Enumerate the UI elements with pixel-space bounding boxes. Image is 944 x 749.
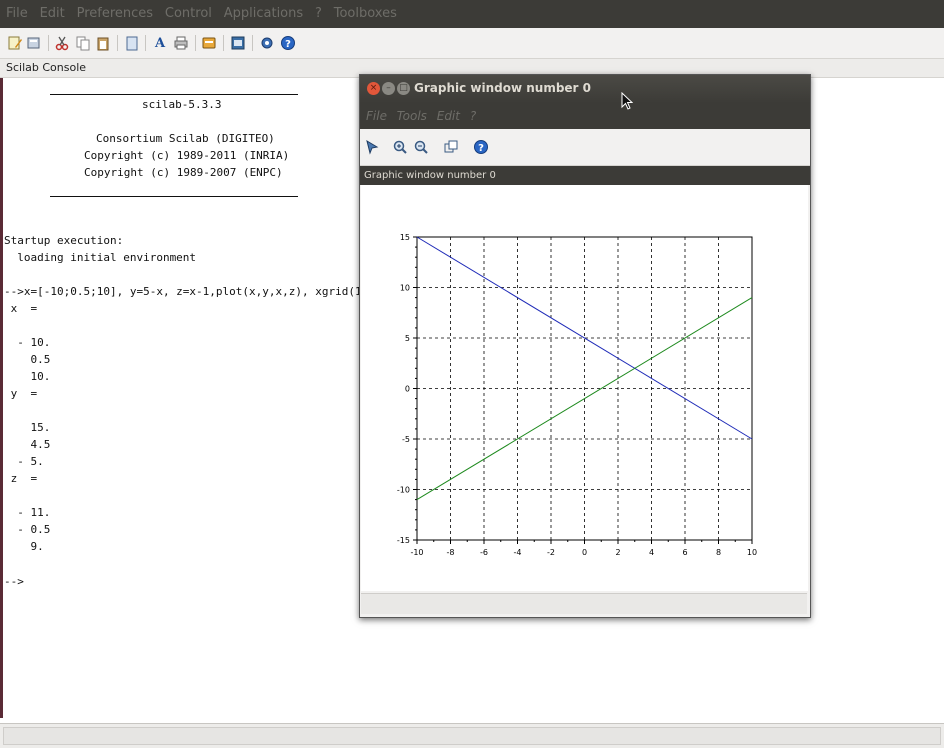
- console-line: Startup execution:: [4, 234, 124, 247]
- help-icon[interactable]: ?: [279, 34, 297, 52]
- console-line: - 10.: [4, 336, 51, 349]
- banner-rule-bottom: [50, 196, 298, 197]
- graphic-window-label-bar: Graphic window number 0: [360, 166, 810, 185]
- demos-icon[interactable]: [258, 34, 276, 52]
- menu-toolboxes[interactable]: Toolboxes: [334, 0, 397, 28]
- zoom-out-icon[interactable]: [412, 138, 430, 156]
- x-tick-label: 6: [682, 548, 687, 557]
- x-tick-label: -2: [547, 548, 555, 557]
- console-line: x =: [4, 302, 38, 315]
- graphic-help-icon[interactable]: ?: [472, 138, 490, 156]
- graphic-window-title: Graphic window number 0: [414, 81, 592, 95]
- graphic-menu-tools[interactable]: Tools: [397, 103, 427, 129]
- y-tick-label: -5: [402, 435, 410, 444]
- variable-browser-icon[interactable]: [229, 34, 247, 52]
- graphic-window-titlebar[interactable]: × – □ Graphic window number 0: [360, 75, 810, 103]
- graphic-menu-help[interactable]: ?: [470, 103, 476, 129]
- y-tick-label: 5: [405, 334, 410, 343]
- maximize-icon[interactable]: □: [397, 82, 410, 95]
- menu-bar: File Edit Preferences Control Applicatio…: [0, 0, 944, 28]
- y-tick-label: 15: [400, 233, 410, 242]
- mouse-cursor-icon: [621, 91, 634, 113]
- x-tick-label: 10: [747, 548, 757, 557]
- console-prompt[interactable]: -->: [4, 575, 24, 588]
- x-tick-label: 2: [615, 548, 620, 557]
- copy-icon[interactable]: [74, 34, 92, 52]
- toolbar-separator: [252, 35, 253, 51]
- graphic-window: × – □ Graphic window number 0 File Tools…: [359, 74, 811, 618]
- menu-edit[interactable]: Edit: [40, 0, 65, 28]
- menu-preferences[interactable]: Preferences: [77, 0, 153, 28]
- line-chart[interactable]: -10 -8 -6 -4 -2 0 2 4 6 8 10151050-5-10-15: [361, 185, 808, 591]
- new-script-icon[interactable]: [6, 34, 24, 52]
- banner-copyright-enpc: Copyright (c) 1989-2007 (ENPC): [84, 166, 283, 179]
- graphic-menu-file[interactable]: File: [366, 103, 387, 129]
- paste-icon[interactable]: [94, 34, 112, 52]
- console-line: - 0.5: [4, 523, 51, 536]
- toolbar-separator: [48, 35, 49, 51]
- cut-icon[interactable]: [53, 34, 71, 52]
- graphic-window-label: Graphic window number 0: [364, 170, 496, 181]
- menu-help[interactable]: ?: [315, 0, 322, 28]
- console-output[interactable]: scilab-5.3.3 Consortium Scilab (DIGITEO)…: [4, 80, 368, 710]
- y-tick-label: -15: [397, 536, 410, 545]
- console-line: 10.: [4, 370, 51, 383]
- console-line: 4.5: [4, 438, 51, 451]
- status-bar: [0, 723, 944, 748]
- menu-applications[interactable]: Applications: [224, 0, 303, 28]
- graphic-menu-bar: File Tools Edit ?: [360, 103, 810, 129]
- x-tick-label: -10: [410, 548, 423, 557]
- banner-copyright-inria: Copyright (c) 1989-2011 (INRIA): [84, 149, 290, 162]
- window-left-edge: [0, 78, 3, 718]
- toolbar-separator: [145, 35, 146, 51]
- console-command: -->x=[-10;0.5;10], y=5-x, z=x-1,plot(x,y…: [4, 285, 369, 298]
- console-line: - 5.: [4, 455, 44, 468]
- banner-consortium: Consortium Scilab (DIGITEO): [96, 132, 275, 145]
- module-manager-icon[interactable]: [200, 34, 218, 52]
- console-line: y =: [4, 387, 38, 400]
- toolbar-separator: [195, 35, 196, 51]
- open-file-icon[interactable]: [25, 34, 43, 52]
- graphic-menu-edit[interactable]: Edit: [437, 103, 460, 129]
- toolbar-separator: [223, 35, 224, 51]
- menu-file[interactable]: File: [6, 0, 28, 28]
- font-icon[interactable]: A: [151, 34, 169, 52]
- x-tick-label: -6: [480, 548, 488, 557]
- rotate-icon[interactable]: [442, 138, 460, 156]
- console-title: Scilab Console: [6, 61, 87, 74]
- x-tick-label: 0: [582, 548, 587, 557]
- plot-canvas[interactable]: -10 -8 -6 -4 -2 0 2 4 6 8 10 15 10 5 0 -5 -10 -15: [361, 185, 808, 591]
- x-tick-label: -8: [447, 548, 455, 557]
- console-line: 15.: [4, 421, 51, 434]
- main-toolbar: A ?: [0, 28, 944, 59]
- console-line: loading initial environment: [4, 251, 197, 264]
- banner-version: scilab-5.3.3: [142, 98, 222, 111]
- change-directory-icon[interactable]: [123, 34, 141, 52]
- x-tick-label: -4: [514, 548, 522, 557]
- menu-control[interactable]: Control: [165, 0, 212, 28]
- status-field: [3, 727, 941, 745]
- console-line: z =: [4, 472, 38, 485]
- graphic-toolbar: ?: [360, 129, 810, 166]
- banner-rule-top: [50, 94, 298, 95]
- minimize-icon[interactable]: –: [382, 82, 395, 95]
- x-tick-label: 4: [649, 548, 654, 557]
- zoom-in-icon[interactable]: [391, 138, 409, 156]
- print-icon[interactable]: [172, 34, 190, 52]
- console-line: 0.5: [4, 353, 51, 366]
- x-tick-label: 8: [716, 548, 721, 557]
- svg-text:?: ?: [478, 143, 484, 154]
- console-line: - 11.: [4, 506, 51, 519]
- svg-text:?: ?: [285, 39, 291, 50]
- y-tick-label: -10: [397, 486, 410, 495]
- select-icon[interactable]: [363, 138, 381, 156]
- close-icon[interactable]: ×: [367, 82, 380, 95]
- toolbar-separator: [117, 35, 118, 51]
- y-tick-label: 10: [400, 284, 410, 293]
- console-line: 9.: [4, 540, 44, 553]
- y-tick-label: 0: [405, 385, 410, 394]
- graphic-status-bar: [361, 593, 807, 614]
